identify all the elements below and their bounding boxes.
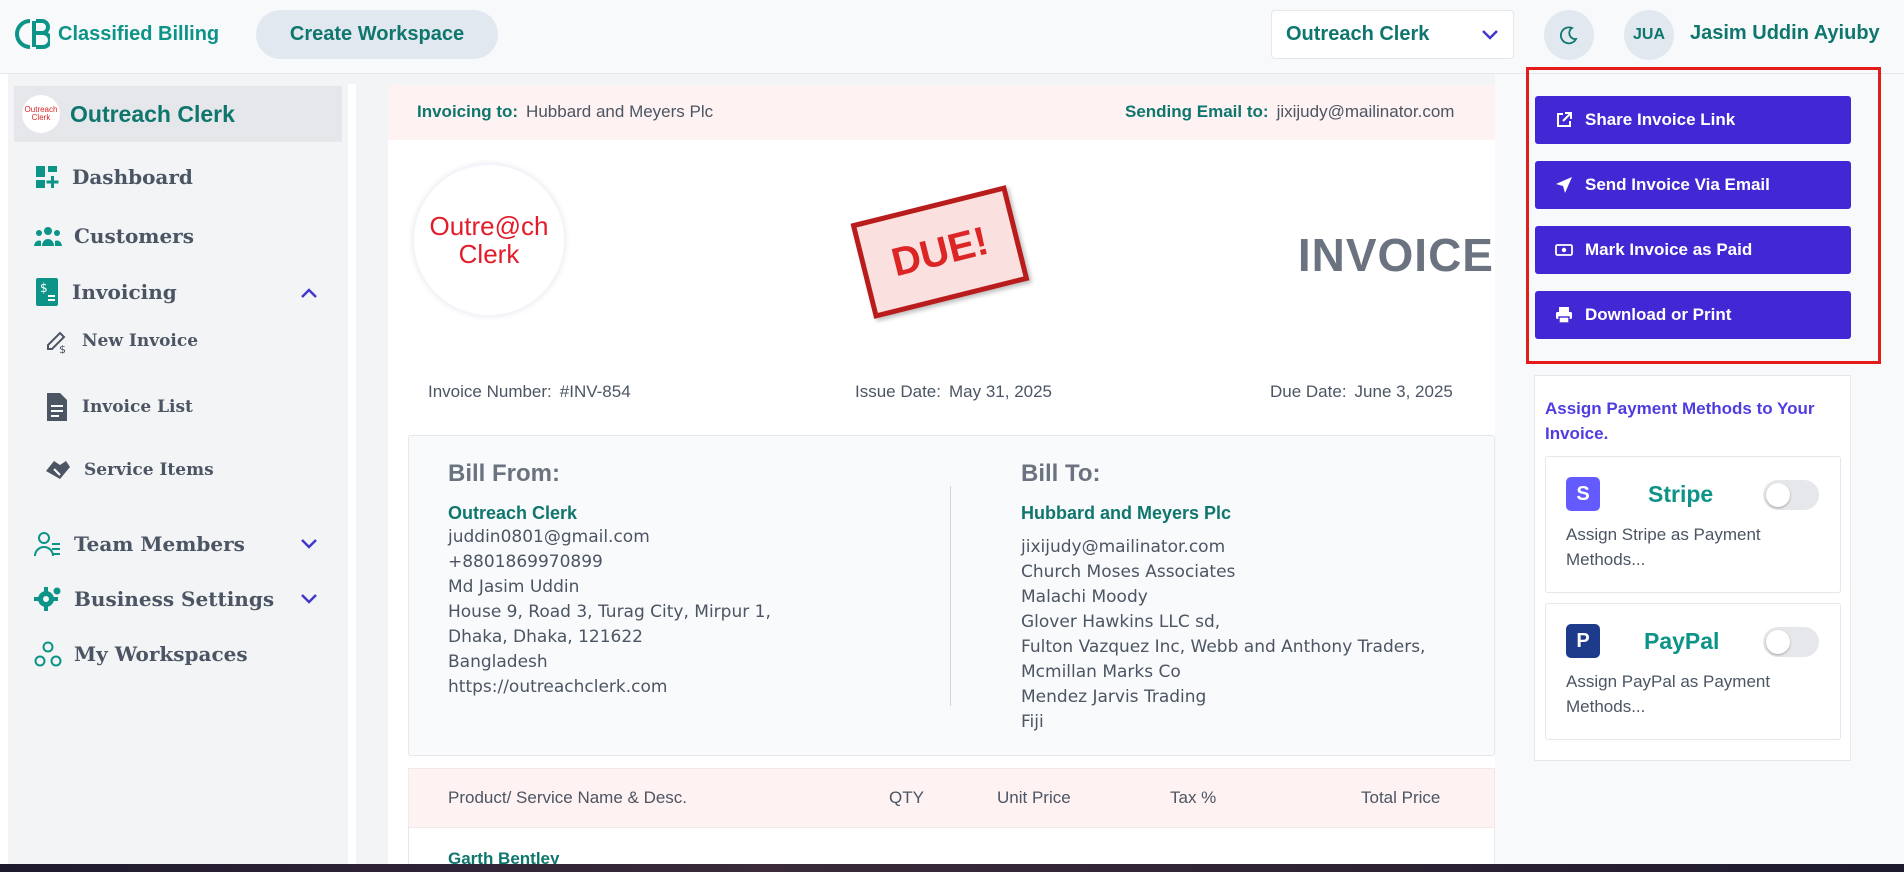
sidebar-item-team-members[interactable]: Team Members <box>34 530 245 558</box>
sidebar-item-label: Team Members <box>74 532 245 556</box>
printer-icon <box>1555 306 1573 324</box>
bill-to-details: jixijudy@mailinator.com Church Moses Ass… <box>1021 537 1426 732</box>
company-logo: Outre@ch Clerk <box>412 163 566 317</box>
sidebar-item-business-settings[interactable]: Business Settings <box>34 585 274 613</box>
svg-text:$: $ <box>59 343 66 354</box>
invoicing-to-value: Hubbard and Meyers Plc <box>526 102 714 121</box>
service-items-icon <box>44 457 72 483</box>
sidebar-item-label: Dashboard <box>72 165 193 189</box>
invoice-list-icon <box>44 392 70 422</box>
bill-to-name: Hubbard and Meyers Plc <box>1021 503 1232 523</box>
settings-icon <box>34 585 62 613</box>
sending-email: Sending Email to: jixijudy@mailinator.com <box>1125 102 1455 121</box>
column-header: QTY <box>889 788 924 807</box>
sidebar-divider <box>348 84 356 866</box>
left-edge <box>0 74 8 866</box>
chevron-down-icon <box>1481 29 1499 41</box>
column-header: Tax % <box>1170 788 1217 807</box>
os-taskbar <box>0 864 1904 872</box>
invoice-number: Invoice Number: #INV-854 <box>428 382 631 401</box>
sidebar-item-service-items[interactable]: Service Items <box>44 457 214 483</box>
sidebar-item-new-invoice[interactable]: $ New Invoice <box>44 328 198 354</box>
stripe-description: Assign Stripe as Payment Methods... <box>1566 525 1761 569</box>
moon-icon <box>1559 25 1579 45</box>
create-workspace-button[interactable]: Create Workspace <box>256 10 498 59</box>
stripe-toggle[interactable] <box>1763 480 1819 510</box>
column-header: Product/ Service Name & Desc. <box>448 788 688 807</box>
stripe-name: Stripe <box>1648 481 1714 507</box>
avatar[interactable]: JUA <box>1624 10 1674 60</box>
org-name: Outreach Clerk <box>70 100 235 127</box>
paypal-toggle[interactable] <box>1763 627 1819 657</box>
payment-methods-title: Assign Payment Methods to Your Invoice. <box>1545 399 1815 443</box>
customers-icon <box>34 224 62 248</box>
workspace-select-value: Outreach Clerk <box>1286 23 1430 45</box>
brand[interactable]: Classified Billing <box>12 17 219 51</box>
external-link-icon <box>1555 111 1573 129</box>
sidebar-item-my-workspaces[interactable]: My Workspaces <box>34 640 248 668</box>
chevron-down-icon[interactable] <box>300 538 318 550</box>
sidebar-item-label: Invoice List <box>82 397 193 417</box>
chevron-down-icon[interactable] <box>300 593 318 605</box>
theme-toggle-button[interactable] <box>1544 10 1594 60</box>
column-header: Unit Price <box>997 788 1071 807</box>
user-name[interactable]: Jasim Uddin Ayiuby <box>1690 22 1880 45</box>
brand-logo-icon <box>12 17 50 51</box>
brand-name: Classified Billing <box>58 22 220 45</box>
sidebar-item-label: My Workspaces <box>74 642 248 666</box>
bill-from-name: Outreach Clerk <box>448 503 578 523</box>
invoicing-to: Invoicing to: Hubbard and Meyers Plc <box>417 102 714 121</box>
sidebar-item-label: Invoicing <box>72 280 177 304</box>
sidebar-item-label: New Invoice <box>82 331 199 351</box>
workspaces-icon <box>34 640 62 668</box>
workspace-select[interactable]: Outreach Clerk <box>1271 10 1514 59</box>
sidebar-item-dashboard[interactable]: Dashboard <box>34 164 193 190</box>
sidebar-item-label: Business Settings <box>74 587 275 611</box>
issue-date: Issue Date: May 31, 2025 <box>855 382 1053 401</box>
bill-to-heading: Bill To: <box>1021 460 1101 487</box>
invoice-title: INVOICE <box>1297 229 1494 281</box>
org-logo: Outreach Clerk <box>22 95 60 133</box>
paypal-description: Assign PayPal as Payment Methods... <box>1566 672 1771 716</box>
new-invoice-icon: $ <box>44 328 70 354</box>
chevron-up-icon[interactable] <box>300 287 318 299</box>
paypal-name: PayPal <box>1644 628 1720 654</box>
sidebar-item-label: Service Items <box>84 460 214 480</box>
sidebar-item-invoice-list[interactable]: Invoice List <box>44 392 193 422</box>
billing-divider <box>950 486 951 706</box>
stripe-icon: S <box>1566 477 1600 511</box>
sidebar-item-invoicing[interactable]: $ Invoicing <box>34 277 177 307</box>
sidebar-item-customers[interactable]: Customers <box>34 224 194 248</box>
send-invoice-email-button[interactable]: Send Invoice Via Email <box>1535 161 1851 209</box>
dashboard-icon <box>34 164 60 190</box>
team-icon <box>34 530 62 558</box>
cash-icon <box>1555 243 1573 257</box>
bill-from-details: juddin0801@gmail.com +8801869970899 Md J… <box>448 527 771 697</box>
sending-email-value: jixijudy@mailinator.com <box>1276 102 1455 121</box>
sidebar-org[interactable]: Outreach Clerk Outreach Clerk <box>14 86 342 142</box>
send-icon <box>1555 176 1573 194</box>
sidebar-item-label: Customers <box>74 224 194 248</box>
svg-text:$: $ <box>40 281 48 295</box>
due-date: Due Date: June 3, 2025 <box>1270 382 1453 401</box>
bill-from-heading: Bill From: <box>448 460 560 487</box>
mark-invoice-paid-button[interactable]: Mark Invoice as Paid <box>1535 226 1851 274</box>
paypal-icon: P <box>1566 624 1600 658</box>
invoice-icon: $ <box>34 277 60 307</box>
download-print-button[interactable]: Download or Print <box>1535 291 1851 339</box>
column-header: Total Price <box>1361 788 1441 807</box>
share-invoice-link-button[interactable]: Share Invoice Link <box>1535 96 1851 144</box>
